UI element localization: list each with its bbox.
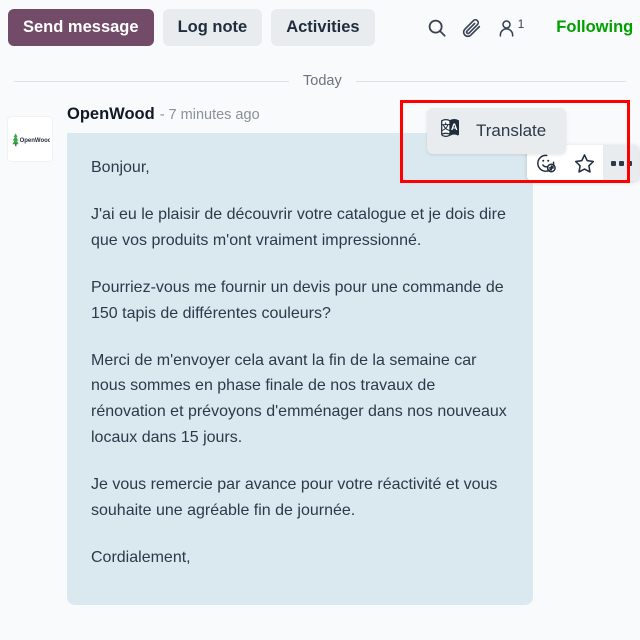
chatter-toolbar: Send message Log note Activities 1 Follo… xyxy=(0,0,640,55)
send-message-button[interactable]: Send message xyxy=(8,9,154,46)
following-toggle[interactable]: Following xyxy=(556,18,633,37)
message-paragraph: Cordialement, xyxy=(91,548,191,566)
day-separator: Today xyxy=(0,73,640,89)
openwood-logo-icon: OpenWood xyxy=(12,133,50,147)
message-timestamp: - 7 minutes ago xyxy=(159,107,260,123)
star-icon[interactable] xyxy=(565,145,603,181)
day-separator-label: Today xyxy=(303,73,342,89)
separator-line-right xyxy=(355,80,626,82)
avatar[interactable]: OpenWood xyxy=(8,117,52,161)
translate-icon: 文 A xyxy=(439,116,464,146)
svg-text:OpenWood: OpenWood xyxy=(20,138,50,144)
translate-label: Translate xyxy=(476,121,547,140)
message-author[interactable]: OpenWood xyxy=(67,105,155,124)
user-icon xyxy=(499,19,513,37)
message-paragraph: Bonjour, xyxy=(91,159,150,176)
svg-text:文: 文 xyxy=(441,121,450,132)
search-icon[interactable] xyxy=(426,17,448,39)
svg-text:A: A xyxy=(451,122,458,132)
separator-line-left xyxy=(14,80,289,82)
message-paragraph: J'ai eu le plaisir de découvrir votre ca… xyxy=(91,205,506,249)
message-bubble: Bonjour, J'ai eu le plaisir de découvrir… xyxy=(67,133,533,605)
message-paragraph: Je vous remercie par avance pour votre r… xyxy=(91,476,498,520)
message-paragraph: Pourriez-vous me fournir un devis pour u… xyxy=(91,278,504,322)
activities-button[interactable]: Activities xyxy=(271,9,375,46)
message-paragraph: Merci de m'envoyer cela avant la fin de … xyxy=(91,351,507,447)
translate-menu-item[interactable]: 文 A Translate xyxy=(427,108,567,154)
log-note-button[interactable]: Log note xyxy=(162,9,263,46)
ellipsis-icon[interactable] xyxy=(603,145,639,181)
followers-count: 1 xyxy=(517,16,525,31)
followers-button[interactable]: 1 xyxy=(496,16,525,39)
paperclip-icon[interactable] xyxy=(461,17,483,39)
